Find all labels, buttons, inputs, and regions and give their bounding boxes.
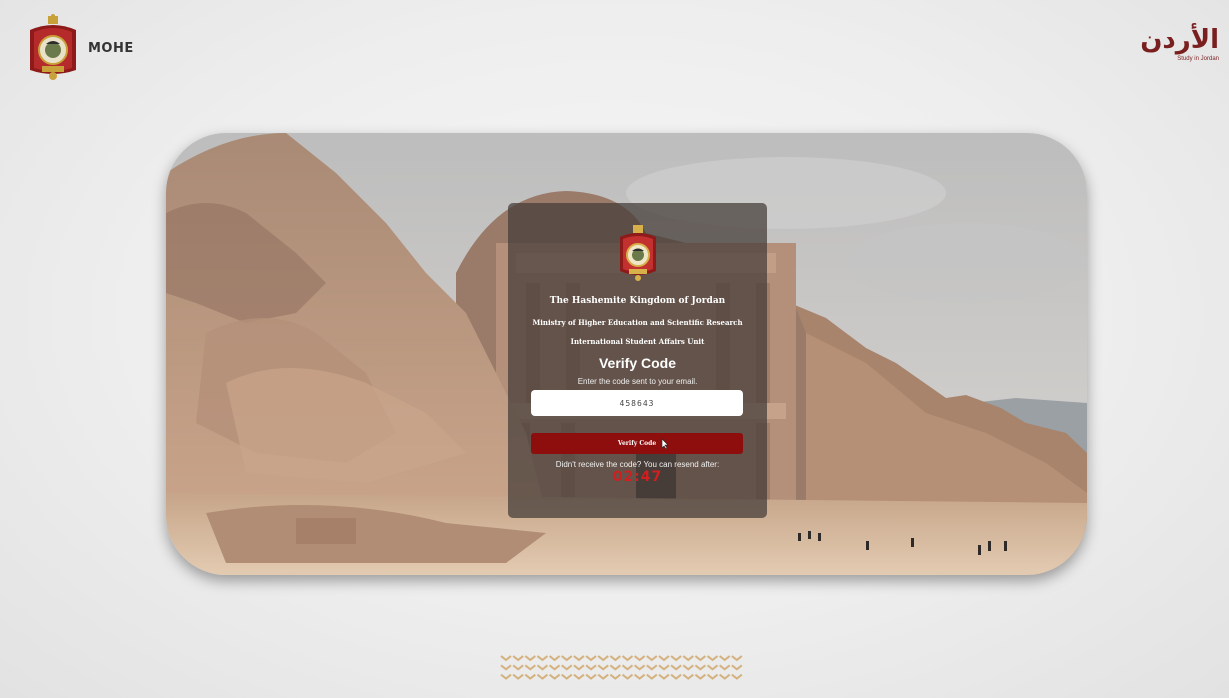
verification-code-input[interactable] (531, 390, 743, 416)
logo-english-text: Study in Jordan (1135, 56, 1219, 62)
unit-title: International Student Affairs Unit (570, 337, 705, 346)
header-left: MOHE (26, 14, 134, 82)
org-short-name: MOHE (88, 40, 134, 56)
resend-info-text: Didn't receive the code? You can resend … (555, 460, 720, 469)
verify-code-button[interactable]: Verify Code (531, 433, 743, 454)
mouse-pointer-icon (662, 439, 669, 449)
kingdom-title: The Hashemite Kingdom of Jordan (549, 296, 726, 306)
decorative-pattern (500, 654, 743, 682)
study-in-jordan-logo: الأردن Study in Jordan (1135, 26, 1219, 72)
logo-english-label: Study in Jordan (1177, 56, 1219, 62)
jordan-crest-icon (30, 14, 76, 80)
jordan-crest-icon (620, 225, 656, 281)
logo-arabic-text: الأردن (1140, 25, 1219, 55)
resend-countdown-timer: 02:47 (612, 469, 663, 485)
verify-code-heading: Verify Code (598, 355, 677, 371)
verify-code-card: The Hashemite Kingdom of Jordan Ministry… (508, 203, 767, 518)
code-instruction: Enter the code sent to your email. (577, 377, 698, 386)
ministry-title: Ministry of Higher Education and Scienti… (532, 318, 743, 327)
